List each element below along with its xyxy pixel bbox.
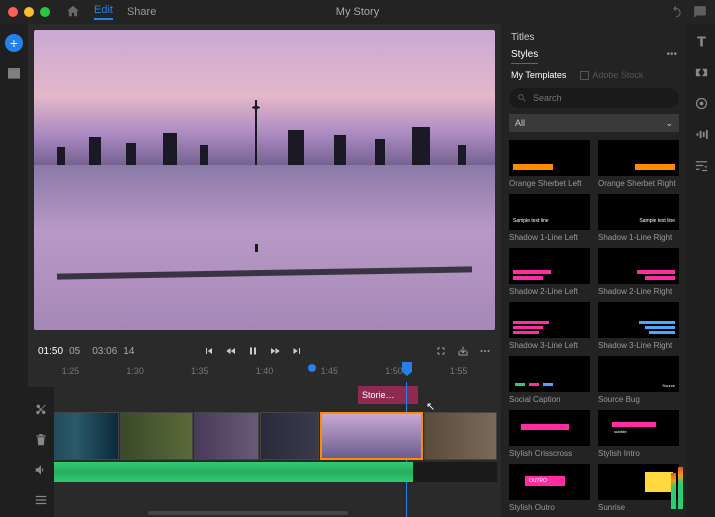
maximize-window-icon[interactable] [40,7,50,17]
filter-dropdown[interactable]: All⌄ [509,114,679,132]
chevron-down-icon: ⌄ [665,118,673,129]
audio-icon[interactable] [694,127,709,142]
template-item[interactable]: Orange Sherbet Left [509,140,590,188]
video-clip[interactable] [194,412,260,460]
template-item[interactable]: Shadow 3-Line Right [598,302,679,350]
template-item[interactable]: subtitleStylish Intro [598,410,679,458]
center-area: 01:50 05 03:06 14 1:251:301:351:401:451:… [28,24,501,517]
template-label: Shadow 2-Line Right [598,287,679,296]
template-item[interactable]: SourceSource Bug [598,356,679,404]
list-icon[interactable] [34,493,48,507]
template-item[interactable]: Shadow 2-Line Right [598,248,679,296]
template-label: Orange Sherbet Left [509,179,590,188]
template-item[interactable]: Sample text lineShadow 1-Line Left [509,194,590,242]
volume-icon[interactable] [34,463,48,477]
panel-tab-titles[interactable]: Titles [511,32,677,43]
template-item[interactable]: Sample text lineShadow 1-Line Right [598,194,679,242]
template-item[interactable]: Sunrise [598,464,679,512]
scissors-icon[interactable] [34,403,48,417]
template-item[interactable]: OUTROStylish Outro [509,464,590,512]
export-icon[interactable] [457,345,469,357]
right-toolbar [687,24,715,517]
template-item[interactable]: Orange Sherbet Right [598,140,679,188]
window-controls [8,7,50,17]
template-label: Social Caption [509,395,590,404]
search-box[interactable] [509,88,679,108]
timecode: 01:50 05 03:06 14 [38,346,134,357]
templates-grid: Orange Sherbet Left Orange Sherbet Right S… [501,136,687,517]
tab-edit[interactable]: Edit [94,4,113,20]
left-toolbar: + [0,24,28,517]
pause-icon[interactable] [247,345,259,357]
forward-icon[interactable] [269,345,281,357]
timeline[interactable]: Storie… ↖ [28,382,501,517]
template-label: Orange Sherbet Right [598,179,679,188]
timeline-ruler[interactable]: 1:251:301:351:401:451:501:55 [28,366,501,382]
home-button[interactable] [66,4,80,21]
subtab-my-templates[interactable]: My Templates [511,70,566,80]
search-icon [517,93,527,103]
template-label: Shadow 2-Line Left [509,287,590,296]
panel-more-icon[interactable]: ••• [666,49,677,60]
comment-icon[interactable] [693,5,707,19]
fullscreen-icon[interactable] [435,345,447,357]
transitions-icon[interactable] [694,65,709,80]
template-label: Shadow 3-Line Right [598,341,679,350]
template-label: Stylish Crisscross [509,449,590,458]
minimize-window-icon[interactable] [24,7,34,17]
trash-icon[interactable] [34,433,48,447]
project-title: My Story [336,6,379,18]
timeline-tools [28,387,54,517]
title-clip[interactable]: Storie… [358,386,418,404]
add-media-button[interactable]: + [5,34,23,52]
subtab-adobe-stock[interactable]: Adobe Stock [580,70,643,80]
undo-icon[interactable] [669,5,683,19]
template-item[interactable]: Shadow 3-Line Left [509,302,590,350]
video-preview[interactable] [34,30,495,330]
audio-meter [671,449,685,509]
template-item[interactable]: Stylish Crisscross [509,410,590,458]
video-track [32,412,497,460]
titles-tool-icon[interactable] [694,34,709,49]
template-label: Sunrise [598,503,679,512]
color-icon[interactable] [694,96,709,111]
timeline-scrollbar[interactable] [148,511,348,515]
titlebar: Edit Share My Story [0,0,715,24]
template-label: Shadow 1-Line Right [598,233,679,242]
adjust-icon[interactable] [694,158,709,173]
template-label: Shadow 3-Line Left [509,341,590,350]
titles-panel: Titles Styles ••• My Templates Adobe Sto… [501,24,687,517]
playback-controls: 01:50 05 03:06 14 [28,336,501,366]
template-label: Shadow 1-Line Left [509,233,590,242]
tab-share[interactable]: Share [127,6,156,18]
video-clip-selected[interactable] [320,412,423,460]
panel-tab-styles[interactable]: Styles [511,49,538,64]
template-label: Stylish Intro [598,449,679,458]
skip-forward-icon[interactable] [291,345,303,357]
more-icon[interactable] [479,345,491,357]
skip-back-icon[interactable] [203,345,215,357]
template-label: Source Bug [598,395,679,404]
template-label: Stylish Outro [509,503,590,512]
video-clip[interactable] [424,412,497,460]
search-input[interactable] [533,93,671,103]
video-clip[interactable] [260,412,319,460]
rewind-icon[interactable] [225,345,237,357]
template-item[interactable]: Social Caption [509,356,590,404]
template-item[interactable]: Shadow 2-Line Left [509,248,590,296]
audio-track[interactable] [32,462,497,482]
video-clip[interactable] [120,412,193,460]
project-assets-icon[interactable] [6,66,22,82]
close-window-icon[interactable] [8,7,18,17]
playhead-marker[interactable] [308,364,316,372]
